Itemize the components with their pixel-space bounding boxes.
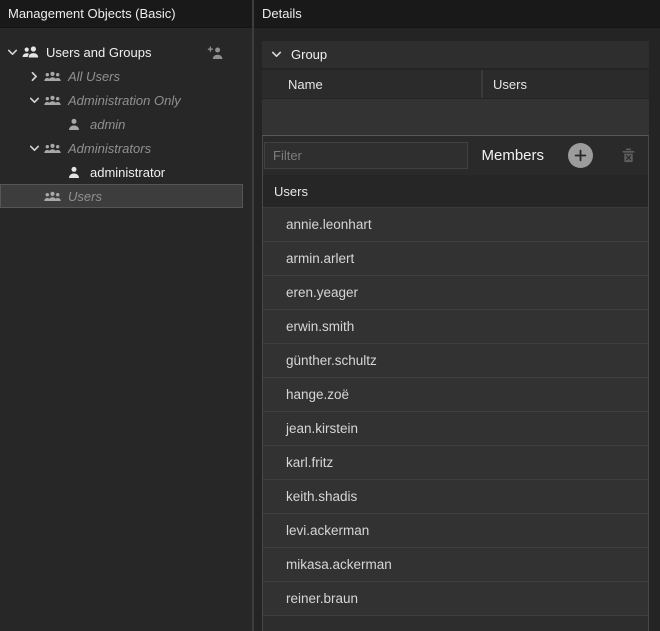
tree-item-all-users[interactable]: All Users <box>0 64 243 88</box>
tree-item-label: administrator <box>90 165 165 180</box>
member-name: günther.schultz <box>286 353 377 368</box>
tree-item-label: Users <box>68 189 102 204</box>
right-panel-title: Details <box>262 6 302 21</box>
management-objects-panel: Management Objects (Basic) Users and Gro… <box>0 0 252 631</box>
member-name: reiner.braun <box>286 591 358 606</box>
column-header-name-label: Name <box>288 77 323 92</box>
add-user-icon[interactable] <box>207 46 224 60</box>
member-name: erwin.smith <box>286 319 354 334</box>
member-row-keith-shadis[interactable]: keith.shadis <box>263 480 648 514</box>
member-row-annie-leonhart[interactable]: annie.leonhart <box>263 208 648 242</box>
group-icon <box>42 191 62 202</box>
member-name: levi.ackerman <box>286 523 369 538</box>
member-row-reiner-braun[interactable]: reiner.braun <box>263 582 648 616</box>
chevron-down-icon[interactable] <box>26 92 42 108</box>
member-row-armin-arlert[interactable]: armin.arlert <box>263 242 648 276</box>
column-header-name[interactable]: Name <box>262 70 483 98</box>
users-and-groups-icon <box>20 46 40 58</box>
tree-item-label: All Users <box>68 69 120 84</box>
plus-icon <box>573 148 588 163</box>
chevron-spacer <box>48 164 64 180</box>
members-rows: annie.leonhart armin.arlert eren.yeager erw… <box>263 208 648 616</box>
group-icon <box>42 143 62 154</box>
tree-item-admin[interactable]: admin <box>0 112 243 136</box>
tree-item-administrator[interactable]: administrator <box>0 160 243 184</box>
filter-input[interactable] <box>264 142 468 169</box>
user-icon <box>64 166 84 179</box>
member-row-hange-zo[interactable]: hange.zoë <box>263 378 648 412</box>
tree-item-label: Users and Groups <box>46 45 152 60</box>
tree-item-label: Administrators <box>68 141 151 156</box>
members-section: Members Users annie.leonhart armin.arlert… <box>262 135 649 631</box>
member-name: eren.yeager <box>286 285 358 300</box>
tree-item-users[interactable]: Users <box>0 184 243 208</box>
details-body: Group Name Users Members <box>254 28 660 631</box>
members-label: Members <box>481 147 544 164</box>
group-section-header[interactable]: Group <box>262 41 649 68</box>
member-row-jean-kirstein[interactable]: jean.kirstein <box>263 412 648 446</box>
group-section-title: Group <box>291 47 327 62</box>
right-panel-header: Details <box>254 0 660 28</box>
tree-item-administration-only[interactable]: Administration Only <box>0 88 243 112</box>
group-icon <box>42 71 62 82</box>
column-header-users[interactable]: Users <box>483 70 649 98</box>
member-name: hange.zoë <box>286 387 349 402</box>
tree-item-label: admin <box>90 117 125 132</box>
delete-member-button[interactable] <box>621 148 636 163</box>
member-name: mikasa.ackerman <box>286 557 392 572</box>
add-member-button[interactable] <box>568 143 593 168</box>
chevron-spacer <box>26 188 42 204</box>
user-icon <box>64 118 84 131</box>
member-name: armin.arlert <box>286 251 354 266</box>
member-name: annie.leonhart <box>286 217 372 232</box>
tree-item-administrators[interactable]: Administrators <box>0 136 243 160</box>
app-window: Management Objects (Basic) Users and Gro… <box>0 0 660 631</box>
member-row-levi-ackerman[interactable]: levi.ackerman <box>263 514 648 548</box>
left-panel-title: Management Objects (Basic) <box>8 6 176 21</box>
member-name: karl.fritz <box>286 455 333 470</box>
chevron-spacer <box>48 116 64 132</box>
group-table-header-row: Name Users <box>262 70 649 98</box>
tree-item-label: Administration Only <box>68 93 181 108</box>
member-name: jean.kirstein <box>286 421 358 436</box>
member-row-mikasa-ackerman[interactable]: mikasa.ackerman <box>263 548 648 582</box>
column-header-users-label: Users <box>493 77 527 92</box>
details-panel: Details Group Name Users Members <box>254 0 660 631</box>
chevron-down-icon <box>270 47 282 63</box>
members-table-header[interactable]: Users <box>263 175 648 208</box>
member-row-g-nther-schultz[interactable]: günther.schultz <box>263 344 648 378</box>
members-table-header-label: Users <box>274 184 308 199</box>
chevron-down-icon[interactable] <box>4 44 20 60</box>
members-toolbar: Members <box>263 136 648 175</box>
group-icon <box>42 95 62 106</box>
member-name: keith.shadis <box>286 489 357 504</box>
chevron-down-icon[interactable] <box>26 140 42 156</box>
tree-item-users-and-groups[interactable]: Users and Groups <box>0 40 243 64</box>
left-panel-header: Management Objects (Basic) <box>0 0 252 28</box>
member-row-eren-yeager[interactable]: eren.yeager <box>263 276 648 310</box>
member-row-karl-fritz[interactable]: karl.fritz <box>263 446 648 480</box>
trash-icon <box>621 148 636 163</box>
member-row-erwin-smith[interactable]: erwin.smith <box>263 310 648 344</box>
chevron-right-icon[interactable] <box>26 68 42 84</box>
tree: Users and Groups All Users Administration … <box>0 28 252 208</box>
group-empty-row <box>262 99 649 135</box>
